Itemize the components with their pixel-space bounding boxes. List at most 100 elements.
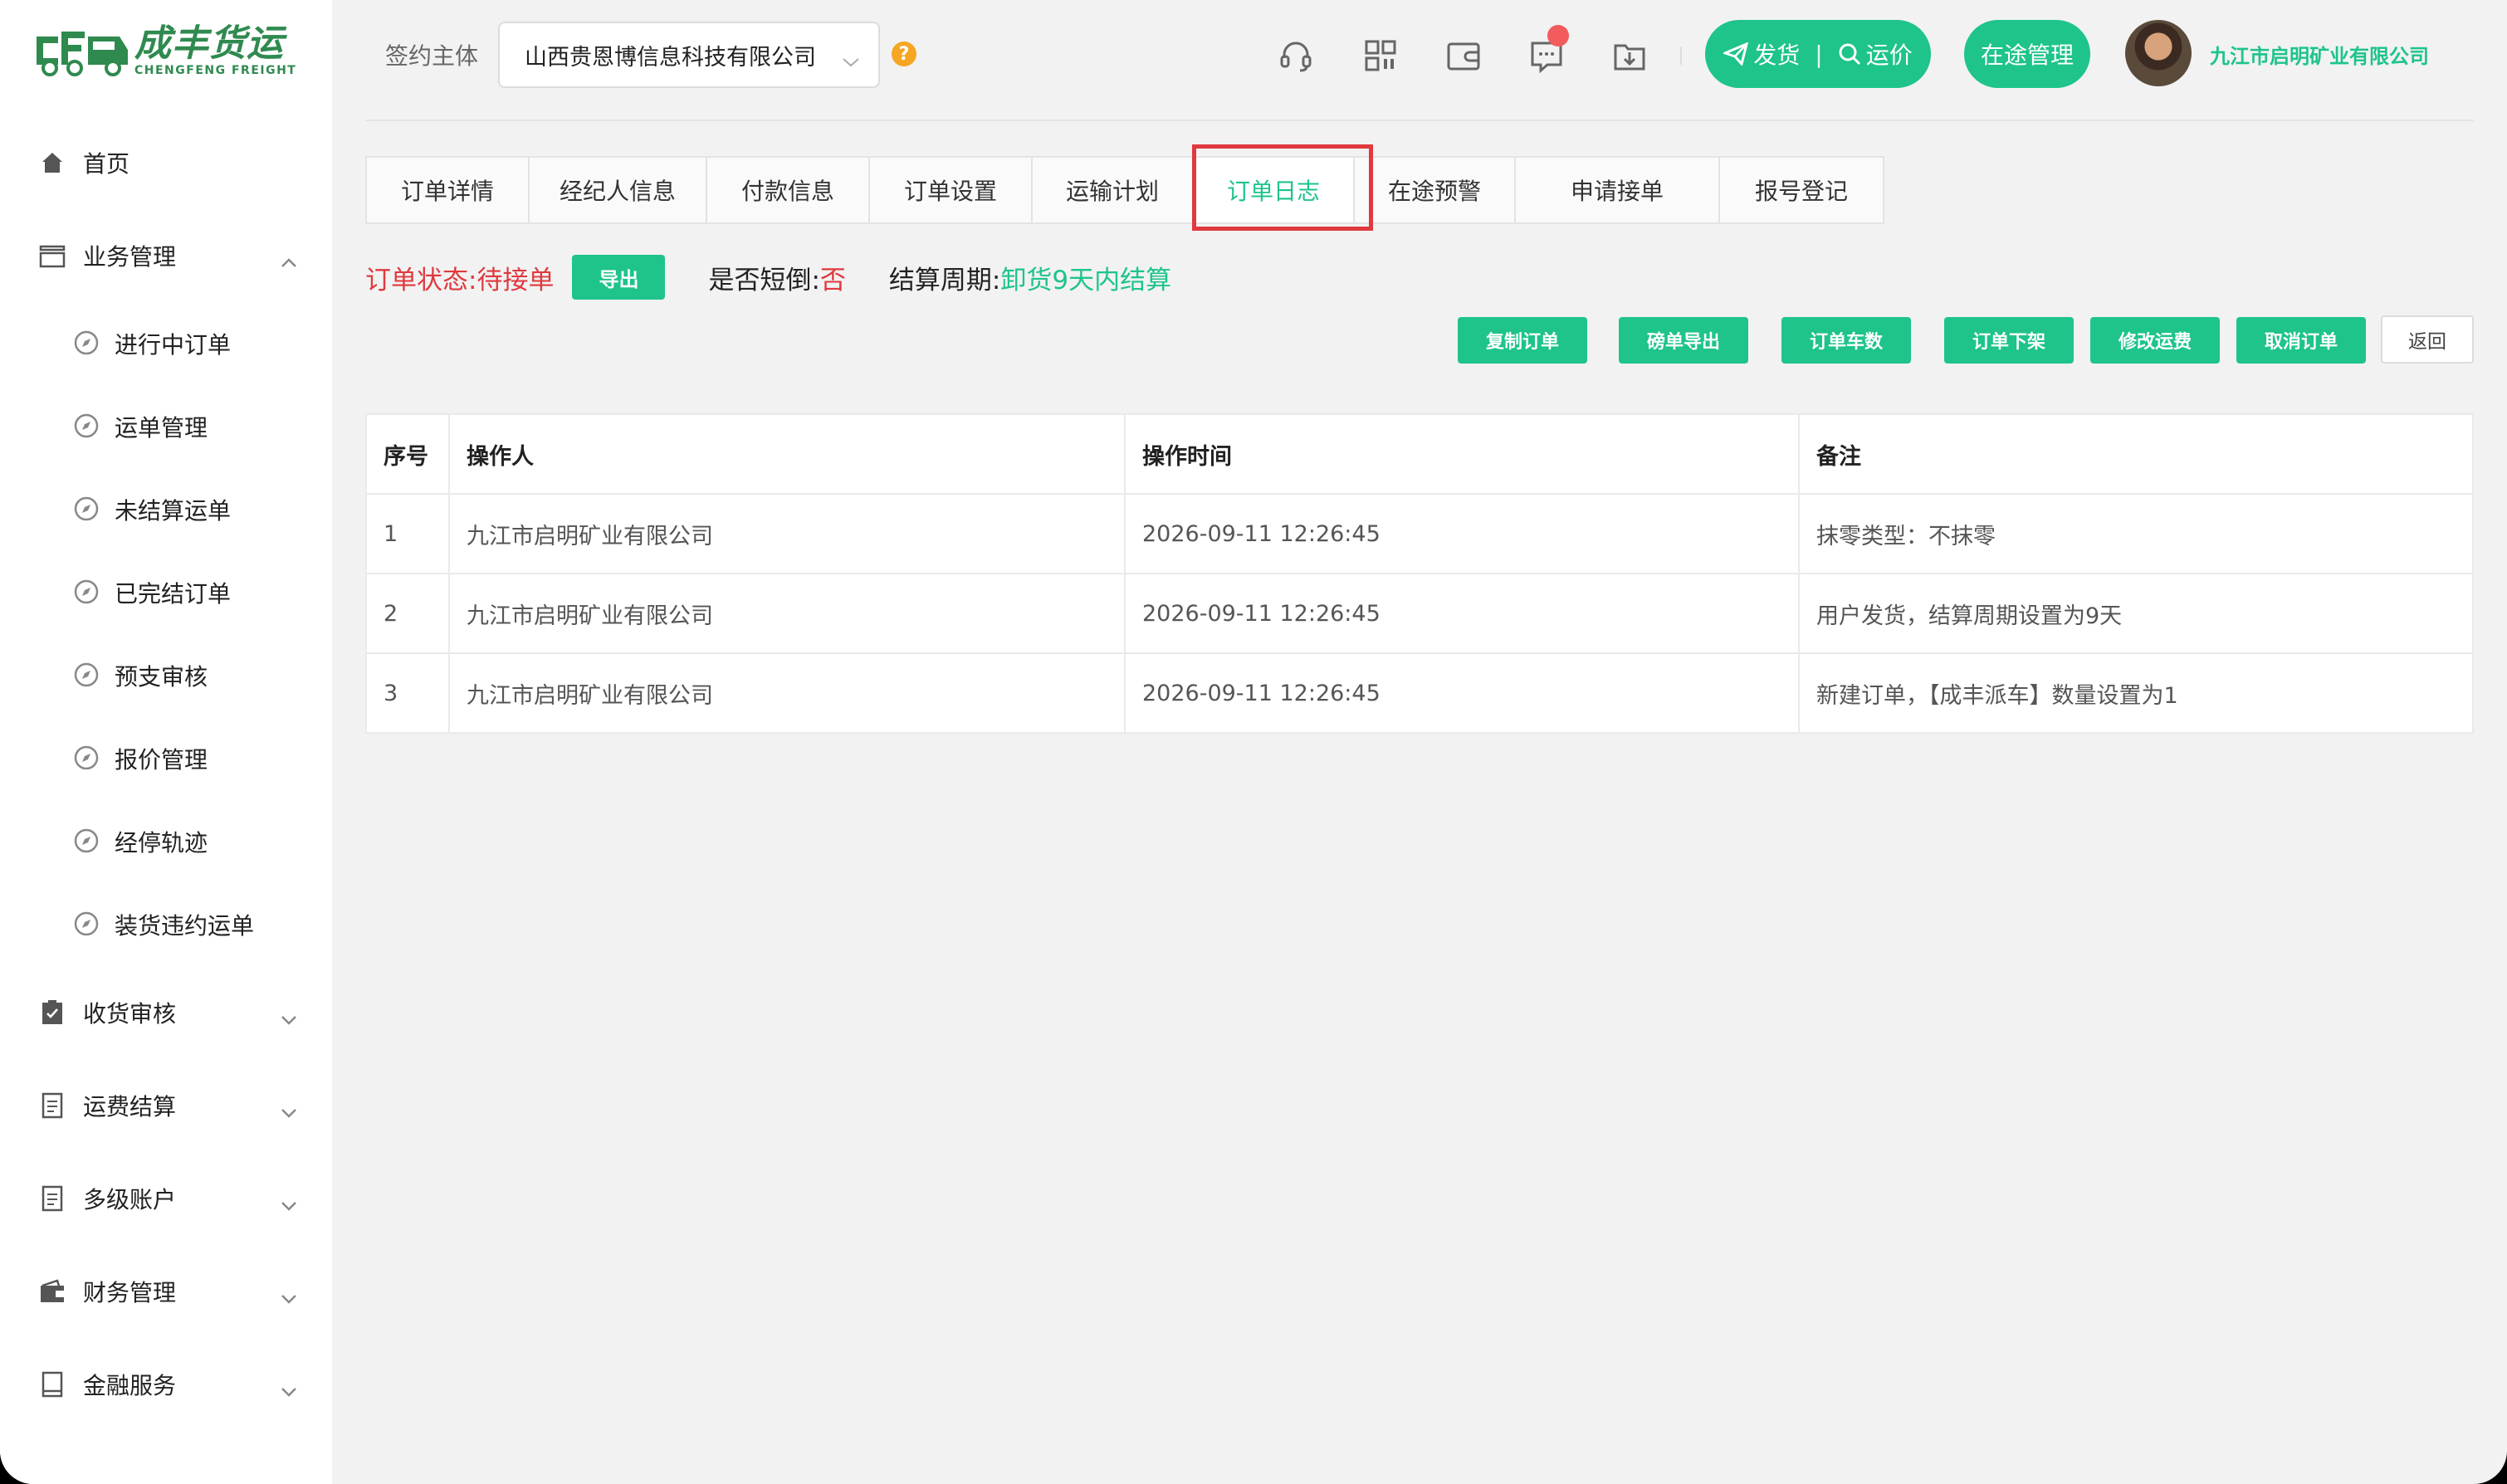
send-icon	[1723, 42, 1749, 66]
sidebar-item-label: 运费结算	[83, 1093, 177, 1120]
sidebar-subitem[interactable]: 经停轨迹	[0, 800, 332, 883]
price-search-icon	[1839, 43, 1860, 66]
sign-entity-value: 山西贵恩博信息科技有限公司	[525, 44, 816, 71]
sidebar-subitem-label: 预支审核	[115, 663, 208, 691]
table-cell: 3	[365, 652, 450, 734]
sidebar-subitem[interactable]: 预支审核	[0, 634, 332, 717]
sidebar-item-freight-settlement[interactable]: 运费结算	[0, 1059, 332, 1152]
ship-price-button[interactable]: 发货 | 运价	[1705, 20, 1931, 88]
order-tabs: 订单详情 经纪人信息 付款信息 订单设置 运输计划 订单日志 在途预警 申请接单…	[365, 156, 1884, 224]
tab-transport-plan[interactable]: 运输计划	[1033, 158, 1194, 222]
sidebar-subitem[interactable]: 报价管理	[0, 717, 332, 800]
cancel-order-button[interactable]: 取消订单	[2236, 317, 2366, 364]
divider	[1680, 46, 1682, 65]
settle-period-label: 结算周期:	[888, 265, 1001, 295]
sidebar-subitem[interactable]: 装货违约运单	[0, 883, 332, 966]
app-window: 成丰货运 CHENGFENG FREIGHT 首页 业务管理 进行中订单 运单管…	[0, 0, 2507, 1484]
sidebar-item-business[interactable]: 业务管理	[0, 209, 332, 302]
order-status-value: 待接单	[476, 265, 555, 295]
table-cell: 新建订单，【成丰派车】数量设置为1	[1798, 652, 2474, 734]
wallet-icon[interactable]	[1444, 37, 1483, 75]
chevron-down-icon	[281, 1283, 297, 1311]
chevron-up-icon	[281, 247, 297, 275]
wallet-icon	[38, 1277, 66, 1306]
document-icon	[38, 1184, 66, 1213]
sidebar-item-label: 首页	[83, 150, 130, 178]
tab-broker-info[interactable]: 经纪人信息	[530, 158, 707, 222]
sign-entity-select[interactable]: 山西贵恩博信息科技有限公司	[498, 22, 880, 88]
avatar[interactable]	[2125, 20, 2192, 86]
user-company-name[interactable]: 九江市启明矿业有限公司	[2210, 40, 2429, 69]
sidebar-subitem-label: 进行中订单	[115, 331, 232, 359]
sidebar-subitem-label: 装货违约运单	[115, 912, 255, 940]
qrcode-icon[interactable]	[1361, 37, 1400, 75]
help-icon[interactable]: ?	[892, 41, 916, 66]
table-cell: 2026-09-11 12:26:45	[1124, 573, 1800, 654]
modify-freight-button[interactable]: 修改运费	[2090, 317, 2220, 364]
headset-icon[interactable]	[1277, 37, 1315, 75]
sidebar-item-multi-account[interactable]: 多级账户	[0, 1152, 332, 1245]
settle-period-value: 卸货9天内结算	[1000, 265, 1172, 295]
tab-order-detail[interactable]: 订单详情	[367, 158, 530, 222]
sidebar-subitem-label: 经停轨迹	[115, 829, 208, 857]
ship-label[interactable]: 发货	[1753, 37, 1800, 71]
sidebar-item-finance[interactable]: 财务管理	[0, 1245, 332, 1338]
sidebar-subitem[interactable]: 已完结订单	[0, 551, 332, 634]
table-cell: 九江市启明矿业有限公司	[448, 652, 1126, 734]
download-icon[interactable]	[1610, 37, 1649, 75]
sidebar-subitem[interactable]: 未结算运单	[0, 468, 332, 551]
table-cell: 抹零类型：不抹零	[1798, 493, 2474, 574]
table-cell: 2026-09-11 12:26:45	[1124, 493, 1800, 574]
sidebar-subitem-label: 已完结订单	[115, 580, 232, 608]
copy-order-button[interactable]: 复制订单	[1458, 317, 1587, 364]
brand-logo[interactable]: 成丰货运 CHENGFENG FREIGHT	[33, 22, 296, 80]
sidebar-subitem[interactable]: 进行中订单	[0, 302, 332, 385]
sidebar-subitem-label: 未结算运单	[115, 497, 232, 525]
table-cell: 九江市启明矿业有限公司	[448, 493, 1126, 574]
export-button[interactable]: 导出	[572, 255, 666, 300]
order-delist-button[interactable]: 订单下架	[1944, 317, 2074, 364]
compass-icon	[73, 495, 101, 524]
table-cell: 九江市启明矿业有限公司	[448, 573, 1126, 654]
transit-management-button[interactable]: 在途管理	[1964, 20, 2090, 88]
back-button[interactable]: 返回	[2381, 315, 2474, 364]
sidebar-item-financial-service[interactable]: 金融服务	[0, 1338, 332, 1431]
order-log-table: 序号 操作人 操作时间 备注 1 九江市启明矿业有限公司 2026-09-11 …	[365, 413, 2474, 734]
table-header-row: 序号 操作人 操作时间 备注	[365, 413, 2474, 495]
sidebar-item-label: 财务管理	[83, 1279, 177, 1306]
chevron-down-icon	[281, 1097, 297, 1125]
price-label[interactable]: 运价	[1866, 37, 1913, 71]
table-cell: 2026-09-11 12:26:45	[1124, 652, 1800, 734]
column-header: 备注	[1798, 413, 2474, 495]
order-status-label: 订单状态:	[365, 265, 477, 295]
sidebar-nav: 首页 业务管理 进行中订单 运单管理 未结算运单 已完结订单 预支审核 报价管理…	[0, 116, 332, 1431]
weigh-bill-export-button[interactable]: 磅单导出	[1619, 317, 1748, 364]
column-header: 序号	[365, 413, 450, 495]
chevron-down-icon	[281, 1004, 297, 1032]
sidebar-subitem[interactable]: 运单管理	[0, 385, 332, 468]
chevron-down-icon	[842, 48, 860, 74]
chevron-down-icon	[281, 1376, 297, 1403]
tab-apply-order[interactable]: 申请接单	[1516, 158, 1720, 222]
column-header: 操作人	[448, 413, 1126, 495]
brand-name-en: CHENGFENG FREIGHT	[134, 64, 297, 77]
tab-order-settings[interactable]: 订单设置	[870, 158, 1033, 222]
home-icon	[38, 149, 66, 177]
compass-icon	[73, 330, 101, 358]
top-bar: 签约主体 山西贵恩博信息科技有限公司 ? 发货 | 运价 在途管理 九江市启明矿…	[365, 0, 2474, 121]
sidebar-subitem-label: 报价管理	[115, 746, 208, 774]
short-haul-label: 是否短倒:	[708, 265, 820, 295]
tab-transit-warning[interactable]: 在途预警	[1355, 158, 1516, 222]
tab-order-log[interactable]: 订单日志	[1194, 158, 1355, 222]
table-row: 3 九江市启明矿业有限公司 2026-09-11 12:26:45 新建订单，【…	[365, 652, 2474, 734]
table-cell: 用户发货，结算周期设置为9天	[1798, 573, 2474, 654]
sidebar-item-receipt-review[interactable]: 收货审核	[0, 966, 332, 1059]
sidebar-item-label: 收货审核	[83, 1000, 177, 1028]
compass-icon	[73, 744, 101, 773]
order-vehicle-count-button[interactable]: 订单车数	[1781, 317, 1911, 364]
sidebar-item-home[interactable]: 首页	[0, 116, 332, 209]
tab-registration[interactable]: 报号登记	[1720, 158, 1883, 222]
clipboard-check-icon	[38, 998, 66, 1027]
chevron-down-icon	[281, 1190, 297, 1218]
tab-payment-info[interactable]: 付款信息	[707, 158, 870, 222]
